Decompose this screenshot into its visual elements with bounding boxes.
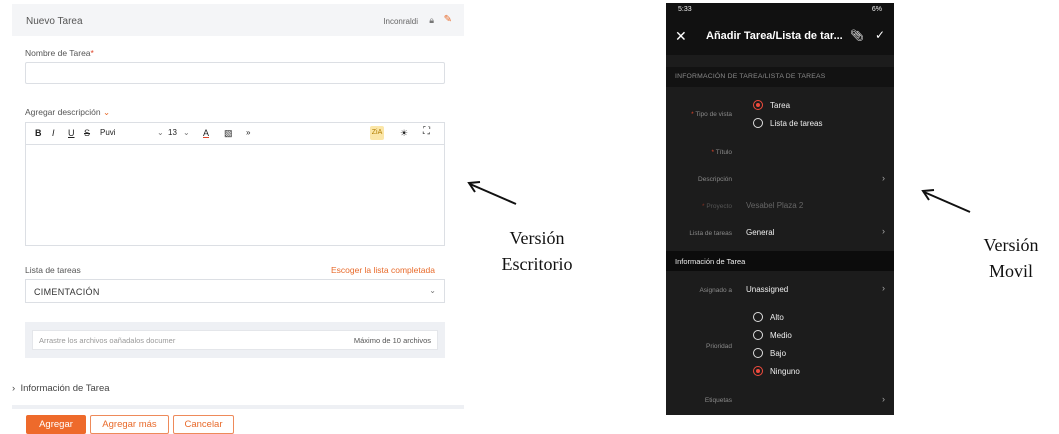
description-editor[interactable] xyxy=(25,144,445,246)
project-label: * Proyecto xyxy=(702,203,732,210)
form-title: Nuevo Tarea xyxy=(26,16,83,27)
tags-label: Etiquetas xyxy=(704,397,732,404)
section-header: Información de Tarea xyxy=(666,251,894,271)
radio-label: Alto xyxy=(770,313,784,322)
required-mark: * xyxy=(90,48,94,58)
description-label[interactable]: Agregar descripción ⌄ xyxy=(25,107,110,118)
view-type-label-text: Tipo de vista xyxy=(695,111,732,118)
task-list-label: Lista de tareas xyxy=(25,265,81,275)
mobile-version-caption: Versión Movil xyxy=(967,232,1055,284)
add-more-button[interactable]: Agregar más xyxy=(90,415,169,434)
form-header: Nuevo Tarea Inconraldi 🔒︎ ✎ xyxy=(12,4,464,36)
assigned-value[interactable]: Unassigned xyxy=(746,285,788,294)
caption-line: Versión xyxy=(983,235,1039,255)
font-chevron-icon: ⌄ xyxy=(157,128,164,137)
chevron-right-icon[interactable]: › xyxy=(882,283,885,293)
add-button[interactable]: Agregar xyxy=(26,415,86,434)
italic-button[interactable]: I xyxy=(52,128,55,138)
screenshot-root: Nuevo Tarea Inconraldi 🔒︎ ✎ Nombre de Ta… xyxy=(0,0,1059,434)
title-label-text: Título xyxy=(715,149,732,156)
chevron-right-icon[interactable]: › xyxy=(882,226,885,236)
arrow-icon xyxy=(921,189,971,213)
bold-button[interactable]: B xyxy=(35,128,42,138)
more-options-button[interactable]: » xyxy=(246,128,250,137)
attachment-area: Arrastre los archivos oañadalos documer … xyxy=(25,322,445,358)
chevron-right-icon[interactable]: › xyxy=(882,394,885,404)
screen-title: Añadir Tarea/Lista de tar... xyxy=(706,30,843,42)
radio-label: Bajo xyxy=(770,349,787,358)
radio-ninguno[interactable] xyxy=(753,366,763,376)
editor-toolbar: B I U S Puvi ⌄ 13 ⌄ A ▧ » ZiA ☀ ⛶ xyxy=(25,122,445,144)
section-title: Información de Tarea xyxy=(675,257,746,266)
chevron-right-icon: › xyxy=(12,383,16,394)
radio-label: Medio xyxy=(770,331,792,340)
description-label-text: Agregar descripción xyxy=(25,107,101,117)
cancel-button[interactable]: Cancelar xyxy=(173,415,234,434)
radio-label: Tarea xyxy=(770,101,791,110)
project-value: Vesabel Plaza 2 xyxy=(746,201,804,210)
attachment-icon[interactable]: 📎︎ xyxy=(850,29,864,42)
radio-medio[interactable] xyxy=(753,330,763,340)
chevron-right-icon[interactable]: › xyxy=(882,173,885,183)
radio-tarea[interactable] xyxy=(753,100,763,110)
text-color-button[interactable]: A xyxy=(203,128,209,138)
project-label-text: Proyecto xyxy=(706,203,732,210)
check-icon[interactable]: ✓ xyxy=(875,28,885,42)
task-info-toggle[interactable]: › Información de Tarea xyxy=(12,383,110,394)
radio-label: Ninguno xyxy=(770,367,800,376)
drop-hint: Arrastre los archivos oañadalos documer xyxy=(39,336,176,345)
font-family-select[interactable]: Puvi xyxy=(100,128,116,137)
lock-icon[interactable]: 🔒︎ xyxy=(429,15,434,26)
choose-completed-list-link[interactable]: Escoger la lista completada xyxy=(331,265,435,275)
status-time: 5:33 xyxy=(678,6,692,13)
pencil-icon[interactable]: ✎ xyxy=(444,14,452,25)
view-type-label: * Tipo de vista xyxy=(691,111,732,118)
app-bar: ✕ Añadir Tarea/Lista de tar... 📎︎ ✓ xyxy=(666,19,894,55)
task-name-label: Nombre de Tarea* xyxy=(25,48,94,58)
underline-button[interactable]: U xyxy=(68,128,75,138)
desktop-version-caption: Versión Escritorio xyxy=(482,225,592,277)
font-size-select[interactable]: 13 xyxy=(168,128,177,137)
title-label[interactable]: * Título xyxy=(666,149,732,156)
status-text: Inconraldi xyxy=(383,17,418,26)
description-label: Descripción xyxy=(698,176,732,183)
bulb-icon[interactable]: ☀ xyxy=(400,128,408,139)
expand-icon[interactable]: ⛶ xyxy=(423,126,430,137)
radio-label: Lista de tareas xyxy=(770,119,823,128)
radio-alto[interactable] xyxy=(753,312,763,322)
mobile-task-form: 5:33 6% ✕ Añadir Tarea/Lista de tar... 📎… xyxy=(666,3,894,415)
task-list-label: Lista de tareas xyxy=(689,230,732,237)
assigned-label: Asignado a xyxy=(699,287,732,294)
task-list-value: CIMENTACIÓN xyxy=(34,287,100,297)
task-list-value[interactable]: General xyxy=(746,228,774,237)
chevron-down-icon: ⌄ xyxy=(102,107,111,117)
footer-divider xyxy=(12,405,464,409)
caption-line: Movil xyxy=(988,261,1033,281)
close-icon[interactable]: ✕ xyxy=(675,28,687,45)
section-header: INFORMACIÓN DE TAREA/LISTA DE TAREAS xyxy=(666,67,894,87)
desktop-task-form: Nuevo Tarea Inconraldi 🔒︎ ✎ Nombre de Ta… xyxy=(12,0,464,434)
chevron-down-icon: ⌄ xyxy=(429,286,436,295)
zia-button[interactable]: ZiA xyxy=(370,126,384,140)
task-name-input[interactable] xyxy=(25,62,445,84)
size-chevron-icon: ⌄ xyxy=(183,128,190,137)
section-title: INFORMACIÓN DE TAREA/LISTA DE TAREAS xyxy=(675,73,826,80)
task-name-label-text: Nombre de Tarea xyxy=(25,48,91,58)
caption-line: Escritorio xyxy=(501,254,573,274)
arrow-icon xyxy=(467,181,517,205)
status-bar: 5:33 6% xyxy=(666,3,894,19)
max-files-text: Máximo de 10 archivos xyxy=(353,336,431,345)
radio-lista-de-tareas[interactable] xyxy=(753,118,763,128)
priority-label: Prioridad xyxy=(705,343,732,350)
radio-bajo[interactable] xyxy=(753,348,763,358)
background-color-icon[interactable]: ▧ xyxy=(224,128,233,139)
battery-level: 6% xyxy=(871,6,882,13)
file-drop-zone[interactable]: Arrastre los archivos oañadalos documer … xyxy=(32,330,438,350)
task-list-select[interactable]: CIMENTACIÓN ⌄ xyxy=(25,279,445,303)
strikethrough-button[interactable]: S xyxy=(84,128,90,138)
caption-line: Versión xyxy=(509,228,565,248)
task-info-label: Información de Tarea xyxy=(20,383,110,394)
